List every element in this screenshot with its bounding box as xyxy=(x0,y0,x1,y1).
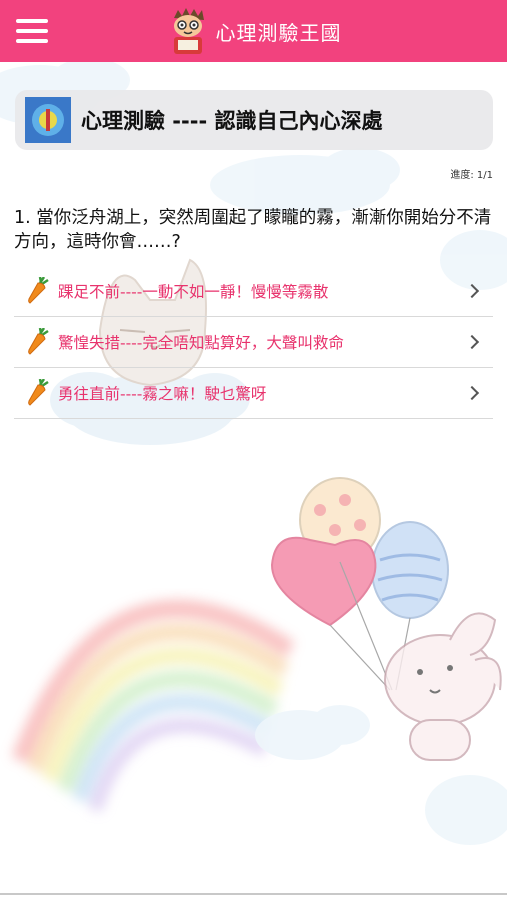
answer-option-3[interactable]: 勇往直前----霧之嘛！駛乜驚呀 xyxy=(14,368,493,419)
app-brand: 心理測驗王國 xyxy=(166,6,342,56)
progress-indicator: 進度: 1/1 xyxy=(450,170,493,181)
mascot-logo-icon xyxy=(173,8,204,54)
carrot-icon xyxy=(28,379,49,406)
answer-option-2[interactable]: 驚惶失措----完全唔知點算好，大聲叫救命 xyxy=(14,317,493,368)
answer-option-label: 勇往直前----霧之嘛！駛乜驚呀 xyxy=(58,385,267,403)
test-title: 心理測驗 ---- 認識自己內心深處 xyxy=(81,109,383,133)
chevron-right-icon xyxy=(464,334,480,350)
bottom-divider xyxy=(0,893,507,895)
answer-option-1[interactable]: 踝足不前----一動不如一靜！慢慢等霧散 xyxy=(14,266,493,317)
chevron-right-icon xyxy=(464,283,480,299)
chevron-right-icon xyxy=(464,385,480,401)
menu-icon[interactable] xyxy=(16,19,48,43)
app-title: 心理測驗王國 xyxy=(215,20,342,45)
answer-option-label: 踝足不前----一動不如一靜！慢慢等霧散 xyxy=(58,283,329,301)
top-app-bar: 心理測驗王國 xyxy=(0,0,507,62)
carrot-icon xyxy=(28,277,49,304)
carrot-icon xyxy=(28,328,49,355)
background-illustration xyxy=(0,62,507,845)
test-title-card: 心理測驗 ---- 認識自己內心深處 xyxy=(15,90,493,150)
answer-options-list: 踝足不前----一動不如一靜！慢慢等霧散 驚惶失措----完全唔知點算好，大聲叫… xyxy=(14,266,493,419)
answer-option-label: 驚惶失措----完全唔知點算好，大聲叫救命 xyxy=(58,334,344,352)
test-thumbnail-icon xyxy=(25,97,71,143)
question-text: 1. 當你泛舟湖上，突然周圍起了矇矓的霧，漸漸你開始分不清方向，這時你會……? xyxy=(14,208,492,252)
